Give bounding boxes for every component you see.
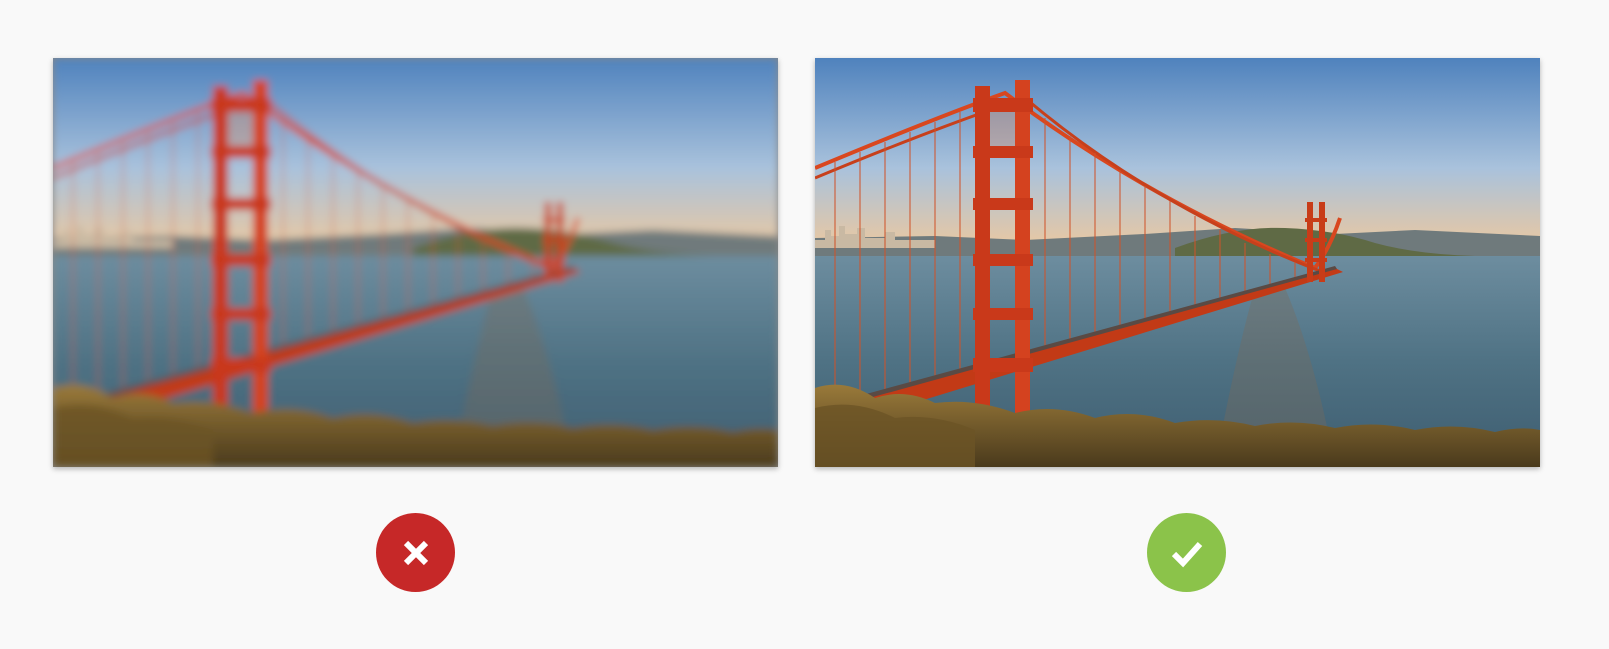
check-icon	[1171, 541, 1202, 567]
blurred-photo-panel	[53, 58, 778, 467]
golden-gate-bridge-blurred-image	[53, 58, 778, 467]
sharp-photo-panel	[815, 58, 1540, 467]
correct-badge	[1147, 513, 1226, 592]
incorrect-badge	[376, 513, 455, 592]
golden-gate-bridge-sharp-image	[815, 58, 1540, 467]
cross-icon	[403, 540, 428, 565]
